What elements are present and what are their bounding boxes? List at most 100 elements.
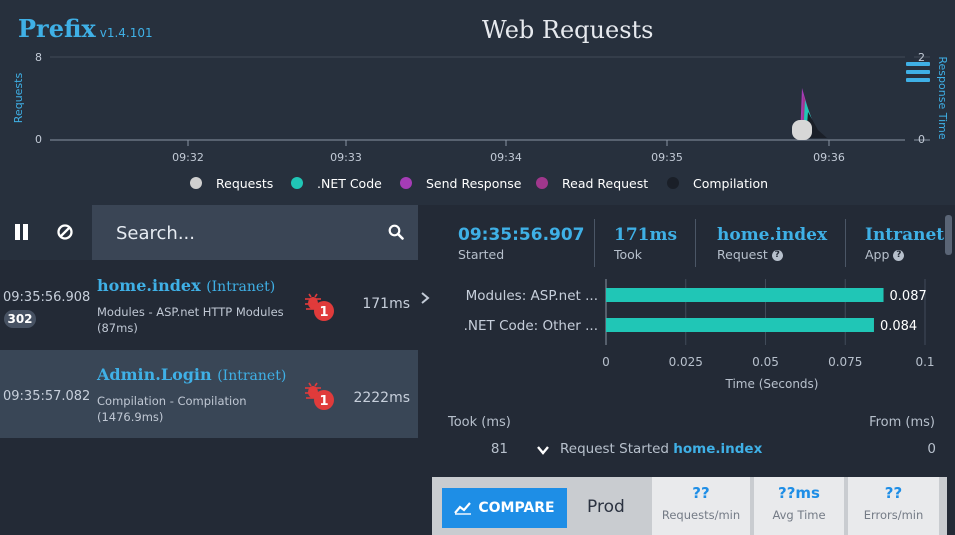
stat-started: 09:35:56.907 Started [458,225,585,262]
series-requests-bubble [792,120,812,140]
compare-bar: COMPARE Prod ?? Requests/min ??ms Avg Ti… [432,477,947,535]
stat-started-label: Started [458,247,505,262]
scrollbar[interactable] [945,215,952,255]
header: Prefix v1.4.101 Web Requests 09:32 09:33 09… [0,0,955,205]
x-tick-label: 09:36 [813,151,845,164]
chevron-right-icon[interactable] [418,288,432,308]
request-row[interactable]: 09:35:56.908 302 home.index (Intranet) M… [0,261,418,349]
timing-bars: Modules: ASP.net ... 0.087 .NET Code: Othe… [464,288,927,334]
stat-divider [845,219,846,267]
timeline-took: 81 [490,441,508,457]
legend-swatch [400,177,412,189]
stat-divider [695,219,696,267]
request-name-text: home.index [97,276,201,295]
timeline-label: Request Started home.index [560,441,762,457]
request-detail: Compilation - Compilation (1476.9ms) [97,394,247,424]
legend-item[interactable]: .NET Code [317,176,382,191]
timing-x-tick-label: 0.1 [915,355,934,369]
search-box [92,205,418,260]
series-spikes [792,88,827,140]
y-right-tick-bottom: 0 [918,133,925,146]
environment-label[interactable]: Prod [587,497,625,517]
metric-errors-per-min: ?? Errors/min [848,477,939,535]
legend-item[interactable]: Compilation [693,176,768,191]
timing-x-tick-label: 0.075 [828,355,862,369]
legend-swatch [291,177,303,189]
timing-category-label: .NET Code: Other ... [464,318,598,334]
legend-item[interactable]: Read Request [562,176,648,191]
request-duration: 171ms [362,296,410,312]
timing-category-label: Modules: ASP.net ... [466,288,598,304]
search-input[interactable] [114,218,378,248]
stat-request-value[interactable]: home.index [717,225,827,245]
request-detail: Modules - ASP.net HTTP Modules (87ms) [97,305,284,335]
clear-icon[interactable] [56,223,74,241]
legend-item[interactable]: Requests [216,176,273,191]
stat-request-label-text: Request [717,247,768,262]
request-name-text: Admin.Login [97,365,212,384]
timing-x-label: Time (Seconds) [725,377,819,391]
timing-bar[interactable] [606,318,874,332]
help-icon[interactable]: ? [893,250,905,261]
request-duration: 2222ms [353,390,410,406]
bug-icon[interactable]: 1 [303,382,337,412]
x-axis-ticks: 09:32 09:33 09:34 09:35 09:36 [172,140,845,164]
timing-chart: Modules: ASP.net ... 0.087 .NET Code: Othe… [464,279,935,391]
request-row[interactable]: 09:35:57.082 Admin.Login (Intranet) Comp… [0,350,418,438]
status-badge: 302 [4,310,36,328]
metric-label: Avg Time [772,508,826,522]
stat-app-value[interactable]: Intranet [865,225,944,245]
metric-label: Errors/min [863,508,924,522]
error-count: 1 [319,305,328,320]
search-icon[interactable] [388,224,404,240]
stat-took-value: 171ms [614,225,678,245]
metric-label: Requests/min [661,508,741,522]
timing-bar[interactable] [606,288,884,302]
legend-swatch [536,177,548,189]
pause-button[interactable] [14,224,30,240]
request-name[interactable]: Admin.Login (Intranet) [97,365,286,384]
x-tick-label: 09:32 [172,151,204,164]
stat-app-label: App ? [865,247,944,262]
stat-took-label: Took [614,247,643,262]
request-app: (Intranet) [217,368,287,384]
timing-x-tick-label: 0.025 [669,355,703,369]
timeline-label-text: Request Started [560,441,669,457]
stat-started-value: 09:35:56.907 [458,225,585,245]
chevron-down-icon[interactable] [536,444,550,456]
stat-request: home.index Request ? [717,225,827,262]
x-tick-label: 09:33 [330,151,362,164]
error-count: 1 [319,394,328,409]
stat-app: Intranet App ? [865,225,944,262]
metric-requests-per-min: ?? Requests/min [652,477,750,535]
bug-icon[interactable]: 1 [303,293,337,323]
timeline-request-name[interactable]: home.index [673,441,762,457]
legend-item[interactable]: Send Response [426,176,522,191]
legend-swatch [190,177,202,189]
y-right-axis-label: Response Time [936,56,949,139]
request-list-panel: 09:35:56.908 302 home.index (Intranet) M… [0,205,418,535]
metric-avg-time: ??ms Avg Time [754,477,844,535]
stat-request-label: Request ? [717,247,827,262]
metric-value: ??ms [778,484,820,502]
took-header: Took (ms) [448,415,511,430]
compare-button[interactable]: COMPARE [442,488,567,528]
help-icon[interactable]: ? [771,250,783,261]
request-name[interactable]: home.index (Intranet) [97,276,275,295]
timing-value-label: 0.087 [890,289,927,304]
y-right-tick-top: 2 [918,51,925,64]
compare-label: COMPARE [478,500,555,516]
stat-app-label-text: App [865,247,890,262]
tool-controls [0,205,92,260]
metric-value: ?? [884,484,903,502]
stat-took: 171ms Took [614,225,677,262]
y-left-tick-bottom: 0 [35,133,42,146]
y-left-tick-top: 8 [35,51,42,64]
timeline-row[interactable]: 81 Request Started home.index 0 [448,441,938,461]
list-toolbar [0,205,418,260]
x-tick-label: 09:35 [651,151,683,164]
x-tick-label: 09:34 [490,151,522,164]
timing-x-ticks: 0 0.025 0.05 0.075 0.1 [602,355,934,369]
request-app: (Intranet) [206,279,276,295]
timing-x-tick-label: 0.05 [752,355,779,369]
